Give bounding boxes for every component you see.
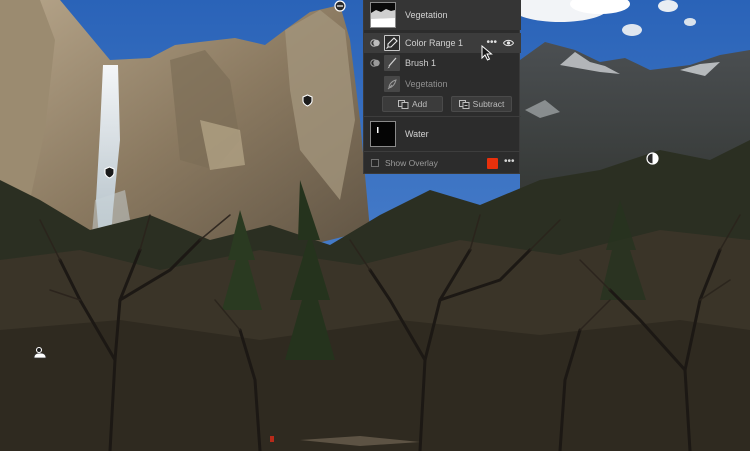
mouse-pointer-icon: [481, 45, 493, 61]
show-overlay-label: Show Overlay: [385, 158, 438, 168]
mask-thumbnail: [370, 121, 396, 147]
mask-name: Water: [405, 129, 429, 139]
subtract-mode-icon: [458, 100, 470, 109]
mask-pin-icon[interactable]: [333, 0, 347, 13]
overlay-color-swatch[interactable]: [487, 158, 498, 169]
shield-pin-icon[interactable]: [302, 94, 313, 107]
add-mode-icon: [370, 39, 380, 47]
add-button[interactable]: Add: [382, 96, 443, 112]
add-mode-icon: [397, 100, 409, 109]
color-range-icon: [384, 35, 400, 51]
mask-thumbnail: [370, 2, 396, 28]
shield-pin-icon[interactable]: [104, 166, 115, 179]
mask-item-water[interactable]: Water: [364, 119, 521, 149]
subtract-button-label: Subtract: [472, 99, 505, 109]
mask-component-brush[interactable]: Brush 1: [364, 53, 521, 73]
mask-component-vegetation[interactable]: Vegetation: [364, 74, 521, 94]
show-overlay-checkbox[interactable]: [371, 159, 379, 167]
component-name: Color Range 1: [405, 38, 464, 48]
mask-name: Vegetation: [405, 10, 448, 20]
brush-pin-icon[interactable]: [32, 346, 48, 360]
mask-item-vegetation[interactable]: Vegetation: [364, 0, 521, 30]
visibility-eye-icon[interactable]: [503, 38, 514, 48]
overlay-options-icon[interactable]: •••: [504, 156, 515, 167]
vegetation-icon: [384, 76, 400, 92]
add-mode-icon: [370, 59, 380, 67]
add-button-label: Add: [411, 99, 428, 109]
component-name: Vegetation: [405, 79, 448, 89]
component-name: Brush 1: [405, 58, 437, 68]
brush-icon: [384, 55, 400, 71]
color-range-pin-icon[interactable]: [646, 152, 659, 165]
show-overlay-row: Show Overlay •••: [364, 154, 521, 172]
masks-panel: Vegetation Color Range 1 ••• Brush 1 Veg…: [363, 0, 521, 174]
divider: [364, 151, 521, 152]
divider: [364, 116, 521, 117]
subtract-button[interactable]: Subtract: [451, 96, 512, 112]
mask-component-color-range[interactable]: Color Range 1 •••: [364, 33, 521, 53]
